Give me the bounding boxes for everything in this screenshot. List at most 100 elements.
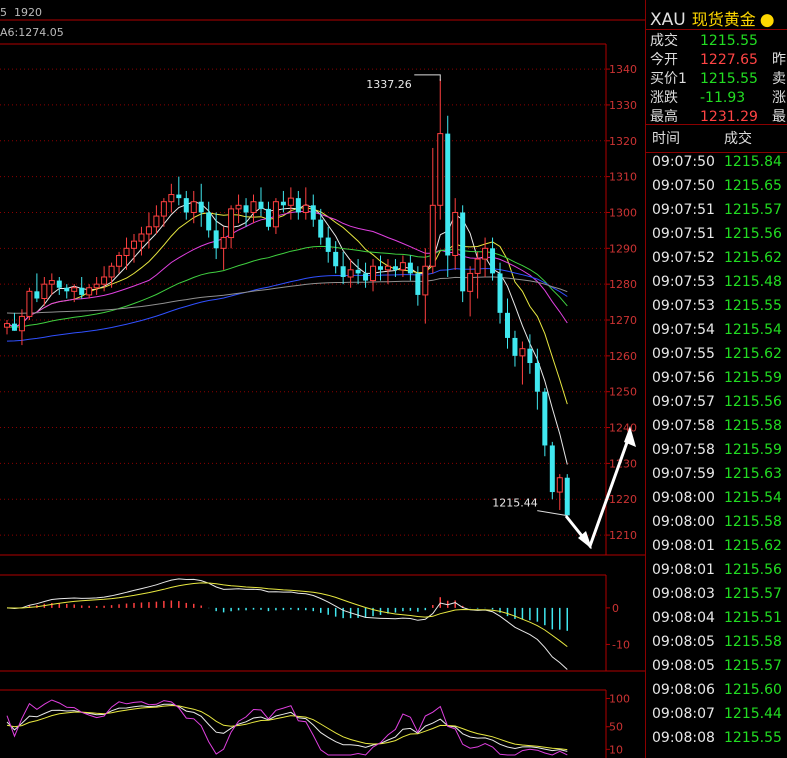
quote-extra-label: 最: [772, 109, 786, 125]
y-tick-label: 1310: [609, 171, 637, 184]
tick-row: 09:08:04 1215.51: [652, 610, 782, 626]
candle-body: [130, 240, 137, 249]
chart-period-label: 5 1920: [0, 6, 42, 19]
high-marker-line: [414, 74, 441, 81]
y-tick-label: 1270: [609, 314, 637, 327]
quote-panel: XAU 现货黄金 ● 成交 1215.55 今开 1227.65 昨买价1 1215.55 卖涨…: [645, 0, 787, 758]
tick-row: 09:07:58 1215.58: [652, 418, 782, 434]
tick-price: 1215.84: [724, 154, 782, 170]
candle-body: [258, 201, 264, 209]
candle-body: [116, 254, 123, 267]
candle-body: [415, 273, 421, 295]
candle-body: [302, 204, 309, 213]
high-price-label: 1337.26: [366, 78, 412, 91]
ticks-header: 时间 成交: [652, 128, 752, 148]
osc-tick-label: 10: [609, 743, 623, 756]
candle-body: [556, 477, 563, 493]
candle-body: [71, 287, 78, 292]
candle-body: [48, 280, 55, 285]
candle-body: [26, 290, 33, 317]
tick-time: 09:07:57: [652, 394, 715, 410]
tick-row: 09:08:05 1215.58: [652, 634, 782, 650]
tick-row: 09:08:01 1215.62: [652, 538, 782, 554]
candle-body: [287, 197, 294, 206]
tick-price: 1215.56: [724, 562, 782, 578]
tick-price: 1215.59: [724, 370, 782, 386]
ma-value-label: A6:1274.05: [0, 26, 64, 39]
tick-time: 09:08:05: [652, 658, 715, 674]
candle-body: [452, 211, 459, 256]
quote-extra-label: 涨: [772, 90, 786, 106]
macd-tick-label: -10: [612, 638, 630, 651]
tick-time: 09:07:56: [652, 370, 715, 386]
tick-time: 09:07:55: [652, 346, 715, 362]
macd-tick-label: 0: [612, 602, 619, 615]
quote-value: 1215.55: [700, 33, 758, 49]
tick-price: 1215.58: [724, 514, 782, 530]
candle-body: [542, 391, 548, 446]
tick-time: 09:08:07: [652, 706, 715, 722]
candle-body: [108, 265, 115, 278]
y-tick-label: 1330: [609, 99, 637, 112]
tick-time: 09:07:53: [652, 298, 715, 314]
candle-body: [370, 265, 377, 282]
tick-price: 1215.58: [724, 634, 782, 650]
osc-tick-label: 100: [609, 692, 630, 705]
tick-row: 09:07:54 1215.54: [652, 322, 782, 338]
tick-price: 1215.44: [724, 706, 782, 722]
candle-body: [429, 204, 436, 267]
tick-price: 1215.60: [724, 682, 782, 698]
candle-body: [474, 258, 481, 274]
candle-body: [564, 477, 570, 516]
candle-body: [534, 363, 540, 392]
col-time: 时间: [652, 131, 680, 147]
tick-row: 09:07:53 1215.48: [652, 274, 782, 290]
tick-row: 09:07:50 1215.65: [652, 178, 782, 194]
candle-body: [363, 273, 369, 281]
tick-price: 1215.55: [724, 298, 782, 314]
tick-time: 09:08:00: [652, 514, 715, 530]
tick-time: 09:07:58: [652, 442, 715, 458]
candle-body: [206, 212, 212, 231]
candle-body: [41, 283, 48, 299]
kdj-j-line: [6, 699, 568, 756]
candle-body: [445, 133, 451, 256]
candle-body: [198, 201, 204, 213]
candle-body: [4, 323, 10, 328]
tick-time: 09:07:52: [652, 250, 715, 266]
tick-time: 09:08:04: [652, 610, 715, 626]
y-tick-label: 1290: [609, 242, 637, 255]
instrument-title: XAU 现货黄金 ●: [650, 6, 775, 30]
chart-canvas[interactable]: 1210 1220 1230 1240 1250 1260 1270 1280 1290 1300…: [0, 0, 645, 758]
candle-body: [527, 348, 533, 364]
tick-time: 09:07:58: [652, 418, 715, 434]
quote-row: 今开 1227.65 昨: [650, 49, 786, 69]
candle-body: [310, 205, 316, 220]
candle-body: [512, 337, 518, 356]
y-tick-label: 1220: [609, 493, 637, 506]
candle-body: [138, 233, 145, 242]
candle-body: [333, 251, 339, 267]
quote-label: 涨跌: [650, 90, 678, 106]
tick-row: 09:07:57 1215.56: [652, 394, 782, 410]
quote-value: 1227.65: [700, 52, 758, 68]
ma10-line: [6, 207, 568, 405]
tick-time: 09:07:51: [652, 202, 715, 218]
candle-body: [340, 266, 346, 277]
candle-body: [123, 247, 130, 256]
macd-dif-line: [6, 578, 568, 670]
candle-body: [437, 133, 444, 206]
candle-body: [467, 272, 474, 292]
tick-price: 1215.62: [724, 538, 782, 554]
tick-time: 09:08:08: [652, 730, 715, 746]
tick-price: 1215.48: [724, 274, 782, 290]
quote-label: 买价1: [650, 71, 687, 87]
candle-body: [407, 262, 413, 274]
tick-row: 09:08:07 1215.44: [652, 706, 782, 722]
ma5-line: [6, 201, 568, 465]
candle-body: [519, 348, 526, 357]
candle-body: [190, 201, 197, 213]
tick-row: 09:08:00 1215.58: [652, 514, 782, 530]
tick-price: 1215.57: [724, 202, 782, 218]
y-tick-label: 1250: [609, 386, 637, 399]
